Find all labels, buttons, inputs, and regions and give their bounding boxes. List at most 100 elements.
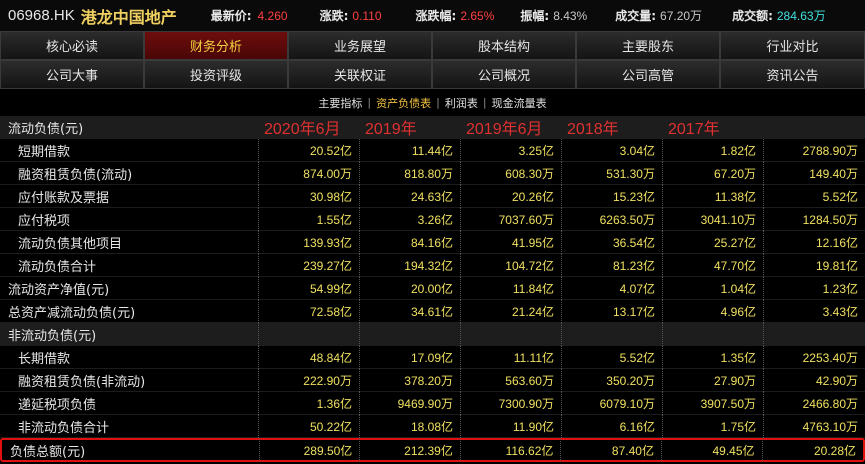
table-row: 总资产减流动负债(元) 72.58亿 34.61亿 21.24亿 13.17亿 4.96亿… [0, 299, 865, 323]
subtab-key-indicators[interactable]: 主要指标 [318, 95, 362, 111]
nav-core-reading[interactable]: 核心必读 [0, 31, 144, 60]
value-cell: 19.81亿 [763, 253, 865, 277]
value-cell: 30.98亿 [258, 184, 359, 208]
row-label: 流动负债其他项目 [18, 236, 123, 252]
value-cell: 1284.50万 [763, 207, 865, 231]
nav-financial-analysis[interactable]: 财务分析 [144, 31, 288, 60]
table-row: 融资租赁负债(流动) 874.00万 818.80万 608.30万 531.30万 67… [0, 161, 865, 185]
row-label: 流动负债合计 [18, 259, 97, 275]
row-label: 总资产减流动负债(元) [8, 305, 136, 321]
value-cell: 350.20万 [561, 368, 662, 392]
value-cell: 87.40亿 [560, 438, 661, 462]
value-cell: 289.50亿 [258, 438, 360, 462]
value-cell: 1.04亿 [662, 276, 763, 300]
row-label: 负债总额(元) [10, 444, 86, 460]
value-cell: 3041.10万 [662, 207, 763, 231]
amplitude-value: 8.43% [553, 8, 588, 23]
table-row: 流动负债其他项目 139.93亿 84.16亿 41.95亿 36.54亿 25.27亿 1… [0, 230, 865, 254]
nav-industry-comparison[interactable]: 行业对比 [720, 31, 865, 60]
stock-name: 港龙中国地产 [80, 7, 177, 27]
nav-company-profile[interactable]: 公司概况 [432, 60, 576, 89]
value-cell: 139.93亿 [258, 230, 359, 254]
stock-code: 06968.HK [8, 7, 75, 24]
value-cell: 1.36亿 [258, 391, 359, 415]
value-cell [561, 322, 662, 346]
nav-business-outlook[interactable]: 业务展望 [288, 31, 432, 60]
nav-investment-rating[interactable]: 投资评级 [144, 60, 288, 89]
value-cell: 20.00亿 [359, 276, 460, 300]
value-cell: 50.22亿 [258, 414, 359, 438]
value-cell: 36.54亿 [561, 230, 662, 254]
subtab-separator: | [482, 96, 487, 109]
value-cell: 34.61亿 [359, 299, 460, 323]
balance-sheet-table: 流动负债(元) 2020年6月 2019年 2019年6月 2018年 2017… [0, 116, 865, 462]
nav-news-announcements[interactable]: 资讯公告 [720, 60, 865, 89]
subtab-income-statement[interactable]: 利润表 [445, 95, 478, 111]
value-cell [460, 322, 561, 346]
turnover-value: 284.63万 [776, 9, 826, 23]
subtab-balance-sheet[interactable]: 资产负债表 [376, 95, 431, 111]
row-label: 非流动负债合计 [18, 420, 110, 436]
value-cell: 608.30万 [460, 161, 561, 185]
value-cell: 3.26亿 [359, 207, 460, 231]
value-cell: 17.09亿 [359, 345, 460, 369]
value-cell: 4.07亿 [561, 276, 662, 300]
value-cell: 1.23亿 [763, 276, 865, 300]
nav-company-events[interactable]: 公司大事 [0, 60, 144, 89]
value-cell: 72.58亿 [258, 299, 359, 323]
value-cell: 6079.10万 [561, 391, 662, 415]
row-label: 长期借款 [18, 351, 71, 367]
value-cell: 6.16亿 [561, 414, 662, 438]
change-label: 涨跌: [319, 9, 349, 23]
nav-row-2: 公司大事 投资评级 关联权证 公司概况 公司高管 资讯公告 [0, 60, 865, 89]
change-pct-value: 2.65% [460, 8, 495, 23]
change-pct-label: 涨跌幅: [415, 9, 457, 23]
value-cell: 7037.60万 [460, 207, 561, 231]
year-label: 2017年 [668, 121, 720, 138]
value-cell: 3.04亿 [561, 138, 662, 162]
value-cell: 7300.90万 [460, 391, 561, 415]
table-row: 短期借款 20.52亿 11.44亿 3.25亿 3.04亿 1.82亿 2788.90万 [0, 138, 865, 162]
table-row: 非流动负债(元) [0, 322, 865, 346]
nav-company-executives[interactable]: 公司高管 [576, 60, 720, 89]
value-cell: 818.80万 [359, 161, 460, 185]
value-cell: 47.70亿 [662, 253, 763, 277]
subtab-cash-flow[interactable]: 现金流量表 [492, 95, 547, 111]
value-cell [258, 322, 359, 346]
year-label: 2019年 [365, 121, 417, 138]
value-cell: 41.95亿 [460, 230, 561, 254]
table-header-row: 流动负债(元) 2020年6月 2019年 2019年6月 2018年 2017… [0, 116, 865, 139]
amplitude-label: 振幅: [520, 9, 550, 23]
value-cell: 2788.90万 [763, 138, 865, 162]
year-label: 2020年6月 [264, 121, 341, 138]
value-cell: 6263.50万 [561, 207, 662, 231]
value-cell: 11.11亿 [460, 345, 561, 369]
table-row: 长期借款 48.84亿 17.09亿 11.11亿 5.52亿 1.35亿 2253.40万 [0, 345, 865, 369]
value-cell: 3907.50万 [662, 391, 763, 415]
value-cell: 222.90万 [258, 368, 359, 392]
value-cell: 1.35亿 [662, 345, 763, 369]
nav-related-warrants[interactable]: 关联权证 [288, 60, 432, 89]
nav-share-structure[interactable]: 股本结构 [432, 31, 576, 60]
value-cell: 20.26亿 [460, 184, 561, 208]
value-cell: 42.90万 [763, 368, 865, 392]
value-cell: 2466.80万 [763, 391, 865, 415]
value-cell: 4763.10万 [763, 414, 865, 438]
value-cell: 3.25亿 [460, 138, 561, 162]
value-cell: 18.08亿 [359, 414, 460, 438]
value-cell: 67.20万 [662, 161, 763, 185]
value-cell [662, 322, 763, 346]
value-cell: 4.96亿 [662, 299, 763, 323]
table-row: 流动资产净值(元) 54.99亿 20.00亿 11.84亿 4.07亿 1.04亿 1.2… [0, 276, 865, 300]
value-cell: 13.17亿 [561, 299, 662, 323]
row-label: 短期借款 [18, 144, 71, 160]
nav-major-shareholders[interactable]: 主要股东 [576, 31, 720, 60]
row-label: 应付账款及票据 [18, 190, 110, 206]
value-cell: 378.20万 [359, 368, 460, 392]
table-row: 递延税项负债 1.36亿 9469.90万 7300.90万 6079.10万 3907.… [0, 391, 865, 415]
value-cell: 5.52亿 [763, 184, 865, 208]
value-cell: 48.84亿 [258, 345, 359, 369]
nav-row-1: 核心必读 财务分析 业务展望 股本结构 主要股东 行业对比 [0, 31, 865, 60]
subtab-separator: | [367, 96, 372, 109]
value-cell: 21.24亿 [460, 299, 561, 323]
